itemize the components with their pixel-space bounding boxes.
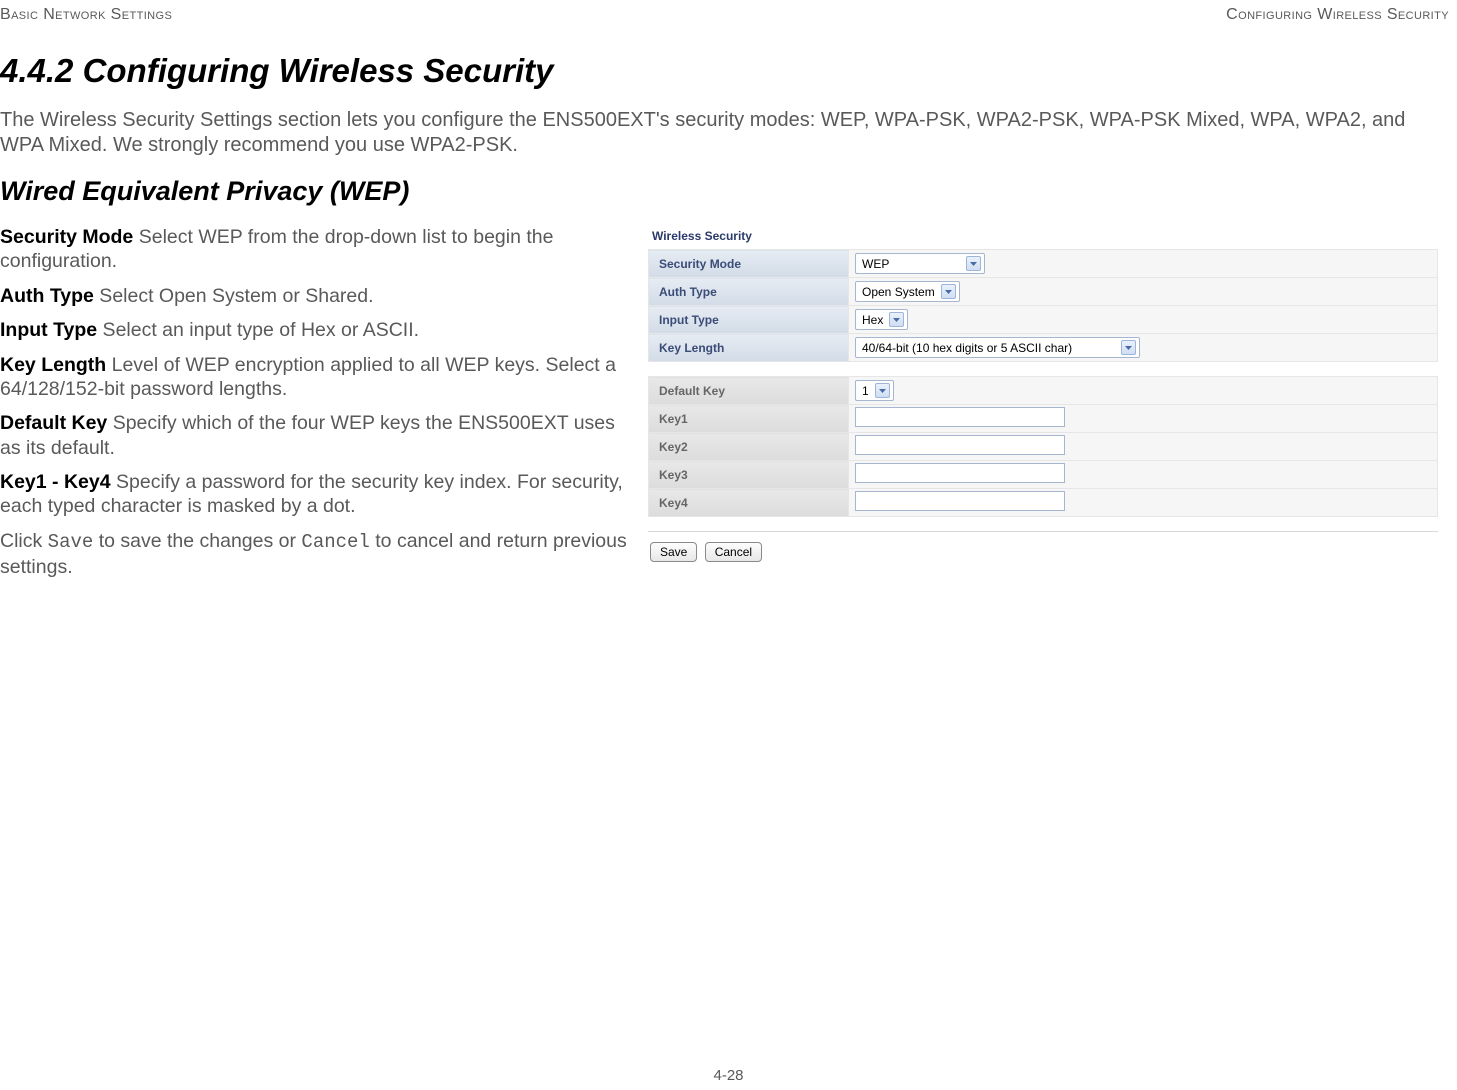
label-auth-type: Auth Type (649, 278, 849, 306)
settings-table: Security Mode WEP Auth Type Open System (648, 249, 1438, 362)
row-key3: Key3 (649, 461, 1438, 489)
input-key2[interactable] (855, 435, 1065, 455)
intro-paragraph: The Wireless Security Settings section l… (0, 108, 1430, 158)
header-right: Configuring Wireless Security (1226, 6, 1449, 24)
select-default-key-value: 1 (862, 384, 869, 398)
chevron-down-icon (889, 312, 904, 327)
cancel-button[interactable]: Cancel (705, 542, 762, 562)
input-key4[interactable] (855, 491, 1065, 511)
row-input-type: Input Type Hex (649, 306, 1438, 334)
select-default-key[interactable]: 1 (855, 380, 894, 401)
select-input-type-value: Hex (862, 313, 883, 327)
term-default-key: Default Key (0, 412, 107, 434)
save-code: Save (48, 531, 94, 553)
divider (648, 531, 1438, 532)
term-auth-type: Auth Type (0, 285, 94, 307)
row-security-mode: Security Mode WEP (649, 250, 1438, 278)
section-heading-wep: Wired Equivalent Privacy (WEP) (0, 176, 1457, 207)
desc-input-type: Select an input type of Hex or ASCII. (97, 319, 419, 341)
keys-table: Default Key 1 Key1 Key2 Key3 (648, 376, 1438, 517)
save-button[interactable]: Save (650, 542, 697, 562)
label-key-length: Key Length (649, 334, 849, 362)
term-input-type: Input Type (0, 319, 97, 341)
select-security-mode[interactable]: WEP (855, 253, 985, 274)
select-auth-type-value: Open System (862, 285, 935, 299)
panel-title: Wireless Security (648, 225, 1438, 249)
row-key4: Key4 (649, 489, 1438, 517)
wireless-security-panel: Wireless Security Security Mode WEP Auth… (648, 225, 1438, 562)
button-row: Save Cancel (648, 542, 1438, 562)
term-key-length: Key Length (0, 354, 106, 376)
label-key3: Key3 (649, 461, 849, 489)
chevron-down-icon (875, 383, 890, 398)
chevron-down-icon (966, 256, 981, 271)
save-line-p2: to save the changes or (93, 530, 301, 552)
cancel-code: Cancel (301, 531, 369, 553)
select-auth-type[interactable]: Open System (855, 281, 960, 302)
select-input-type[interactable]: Hex (855, 309, 908, 330)
select-key-length-value: 40/64-bit (10 hex digits or 5 ASCII char… (862, 341, 1115, 355)
row-key2: Key2 (649, 433, 1438, 461)
row-key-length: Key Length 40/64-bit (10 hex digits or 5… (649, 334, 1438, 362)
label-key1: Key1 (649, 405, 849, 433)
input-key1[interactable] (855, 407, 1065, 427)
page-title: 4.4.2 Configuring Wireless Security (0, 52, 1457, 90)
definitions-column: Security Mode Select WEP from the drop-d… (0, 225, 640, 589)
row-auth-type: Auth Type Open System (649, 278, 1438, 306)
input-key3[interactable] (855, 463, 1065, 483)
select-security-mode-value: WEP (862, 257, 960, 271)
term-security-mode: Security Mode (0, 226, 133, 248)
label-key2: Key2 (649, 433, 849, 461)
chevron-down-icon (941, 284, 956, 299)
row-key1: Key1 (649, 405, 1438, 433)
label-key4: Key4 (649, 489, 849, 517)
select-key-length[interactable]: 40/64-bit (10 hex digits or 5 ASCII char… (855, 337, 1140, 358)
page-number: 4-28 (0, 1067, 1457, 1084)
label-default-key: Default Key (649, 377, 849, 405)
desc-auth-type: Select Open System or Shared. (94, 285, 374, 307)
term-keys: Key1 - Key4 (0, 471, 111, 493)
label-input-type: Input Type (649, 306, 849, 334)
save-line-p1: Click (0, 530, 48, 552)
label-security-mode: Security Mode (649, 250, 849, 278)
header-left: Basic Network Settings (0, 6, 172, 24)
chevron-down-icon (1121, 340, 1136, 355)
row-default-key: Default Key 1 (649, 377, 1438, 405)
